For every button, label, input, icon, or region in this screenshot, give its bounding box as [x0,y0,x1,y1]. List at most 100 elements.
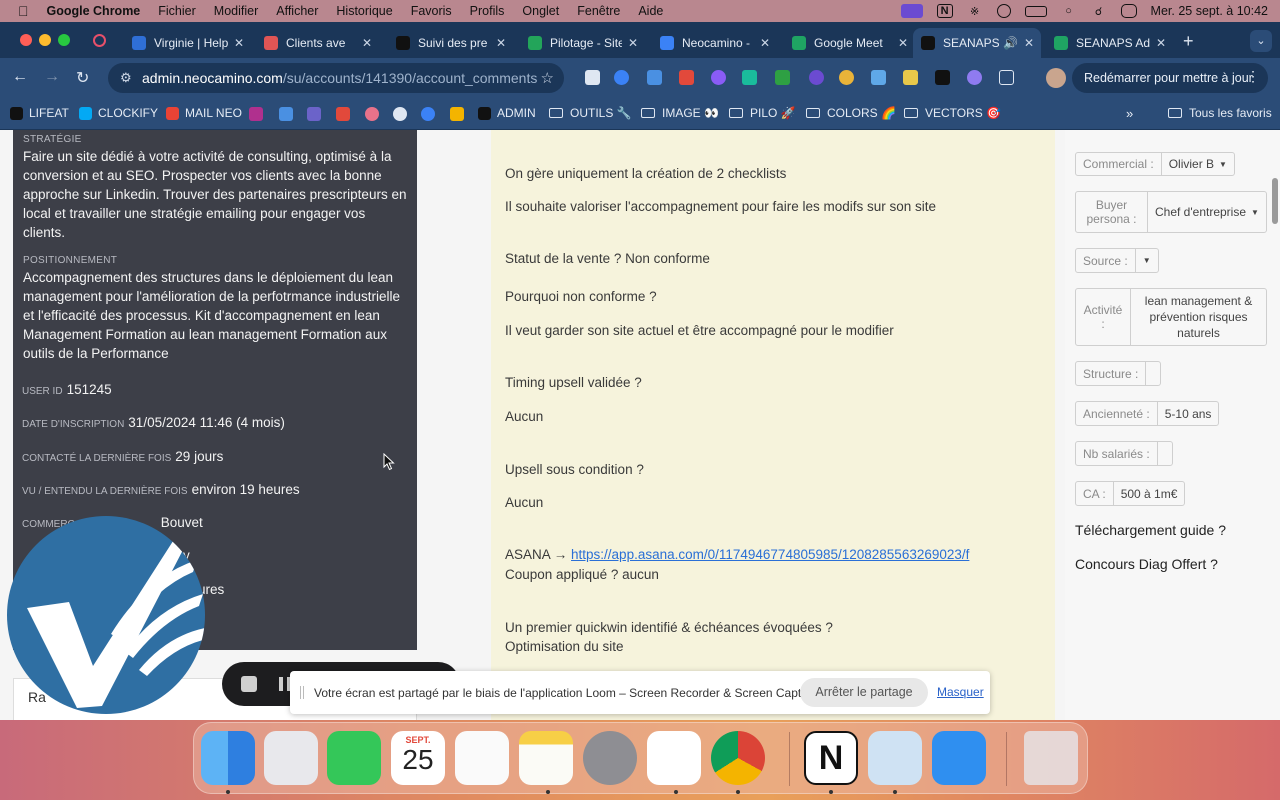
reminders-icon[interactable] [455,731,509,785]
close-tab-icon[interactable]: ✕ [1024,36,1034,50]
mail-icon[interactable] [932,731,986,785]
bookmarks-overflow-icon[interactable]: » [1126,106,1133,121]
close-tab-icon[interactable]: ✕ [362,36,372,50]
close-tab-icon[interactable]: ✕ [898,36,908,50]
extension-gear-icon[interactable] [967,70,982,85]
menu-afficher[interactable]: Afficher [276,4,318,18]
extension-check-icon[interactable] [614,70,629,85]
system-settings-icon[interactable] [583,731,637,785]
anciennete-value[interactable]: 5-10 ans [1158,402,1219,425]
hide-button[interactable]: Masquer [937,685,984,699]
loom-recording-tab-icon[interactable] [93,34,106,47]
tab-search-button[interactable]: ⌄ [1250,30,1272,52]
extension-wave-icon[interactable] [871,70,886,85]
extension-pen-icon[interactable] [903,70,918,85]
extension-wing-icon[interactable] [935,70,950,85]
tab-clients[interactable]: Clients ave ✕ [256,28,380,58]
tab-suivi[interactable]: Suivi des pre ✕ [388,28,512,58]
bookmark-icon-7[interactable] [421,107,435,121]
notes-icon[interactable] [519,731,573,785]
stop-sharing-button[interactable]: Arrêter le partage [800,678,928,707]
control-center-icon[interactable] [1120,4,1137,18]
menu-aide[interactable]: Aide [638,4,663,18]
calendar-icon[interactable]: SEPT. 25 [391,731,445,785]
extension-red-icon[interactable] [679,70,694,85]
minimize-window-button[interactable] [39,34,51,46]
bookmark-folder-all[interactable]: Tous les favoris [1168,106,1272,120]
wifi-icon[interactable]: ○ [1061,4,1077,18]
notion-icon[interactable]: N [804,731,858,785]
close-tab-icon[interactable]: ✕ [234,36,244,50]
page-scrollbar[interactable] [1272,178,1278,224]
tab-neocamino[interactable]: Neocamino - ✕ [652,28,776,58]
bookmark-folder-image[interactable]: IMAGE 👀 [641,106,719,120]
extension-green-icon[interactable] [775,70,790,85]
messages-icon[interactable] [327,731,381,785]
tab-seanaps-active[interactable]: SEANAPS 🔊 ✕ [913,28,1041,58]
bookmark-folder-pilo[interactable]: PILO 🚀 [729,106,796,120]
bookmark-icon-5[interactable] [365,107,379,121]
loom-camera-bubble[interactable] [7,516,205,714]
menu-modifier[interactable]: Modifier [214,4,258,18]
bookmark-folder-colors[interactable]: COLORS 🌈 [806,106,896,120]
loom-status-icon[interactable] [900,4,923,18]
trash-icon[interactable] [1024,731,1078,785]
bookmark-admin[interactable]: ADMIN [478,106,536,120]
structure-value[interactable] [1146,362,1160,385]
extension-purple-icon[interactable] [711,70,726,85]
chrome-icon[interactable] [711,731,765,785]
apple-icon[interactable]:  [18,3,29,19]
tab-seanaps-ad[interactable]: SEANAPS Ad ✕ [1046,28,1170,58]
forward-button[interactable]: → [44,68,60,86]
battery-icon[interactable] [1024,5,1047,17]
address-bar[interactable]: ⚙ admin.neocamino.com /su/accounts/14139… [108,63,564,93]
menu-onglet[interactable]: Onglet [522,4,559,18]
activite-value[interactable]: lean management & prévention risques nat… [1131,289,1266,345]
bookmark-icon-2[interactable] [279,107,293,121]
back-button[interactable]: ← [12,68,28,86]
launchpad-icon[interactable] [264,731,318,785]
bookmark-drive-icon[interactable] [450,107,464,121]
menubar-datetime[interactable]: Mer. 25 sept. à 10:42 [1151,4,1268,18]
tab-google-meet[interactable]: Google Meet ✕ [784,28,908,58]
zoom-window-button[interactable] [58,34,70,46]
bookmark-icon-6[interactable] [393,107,407,121]
extension-teal-icon[interactable] [742,70,757,85]
new-tab-button[interactable]: + [1183,31,1194,52]
tab-pilotage[interactable]: Pilotage - Site ✕ [520,28,644,58]
bookmark-icon-3[interactable] [307,107,321,121]
user-switch-icon[interactable] [996,4,1011,18]
bookmark-folder-vectors[interactable]: VECTORS 🎯 [904,106,1001,120]
close-tab-icon[interactable]: ✕ [1156,36,1166,50]
bluetooth-icon[interactable]: ※ [967,4,983,18]
extensions-puzzle-icon[interactable] [999,70,1014,85]
loom-stop-button[interactable] [241,676,257,692]
bookmark-star-icon[interactable]: ☆ [541,69,554,87]
finder-icon[interactable] [201,731,255,785]
tab-virginie[interactable]: Virginie | Help ✕ [124,28,248,58]
bookmark-icon-1[interactable] [249,107,263,121]
buyer-persona-select[interactable]: Chef d'entreprise ▼ [1148,192,1266,232]
bookmark-icon-4[interactable] [336,107,350,121]
site-info-icon[interactable]: ⚙ [120,70,132,86]
spotlight-search-icon[interactable]: ☌ [1091,4,1107,18]
commercial-select[interactable]: Olivier B ▼ [1162,153,1234,175]
menu-app-name[interactable]: Google Chrome [47,4,141,18]
slack-icon[interactable] [647,731,701,785]
close-tab-icon[interactable]: ✕ [496,36,506,50]
more-menu-icon[interactable]: ⋮ [1246,68,1260,85]
close-tab-icon[interactable]: ✕ [628,36,638,50]
nb-salaries-value[interactable] [1158,442,1172,465]
reload-button[interactable]: ↻ [76,68,89,88]
bookmark-clockify[interactable]: CLOCKIFY [79,106,158,120]
menu-fichier[interactable]: Fichier [158,4,196,18]
close-tab-icon[interactable]: ✕ [760,36,770,50]
close-window-button[interactable] [20,34,32,46]
source-select[interactable]: ▼ [1136,249,1158,272]
asana-link[interactable]: https://app.asana.com/0/1174946774805985… [571,547,969,562]
drag-handle-icon[interactable] [300,686,304,699]
extension-shield-icon[interactable] [585,70,600,85]
menu-historique[interactable]: Historique [336,4,392,18]
menu-fenetre[interactable]: Fenêtre [577,4,620,18]
preview-icon[interactable] [868,731,922,785]
